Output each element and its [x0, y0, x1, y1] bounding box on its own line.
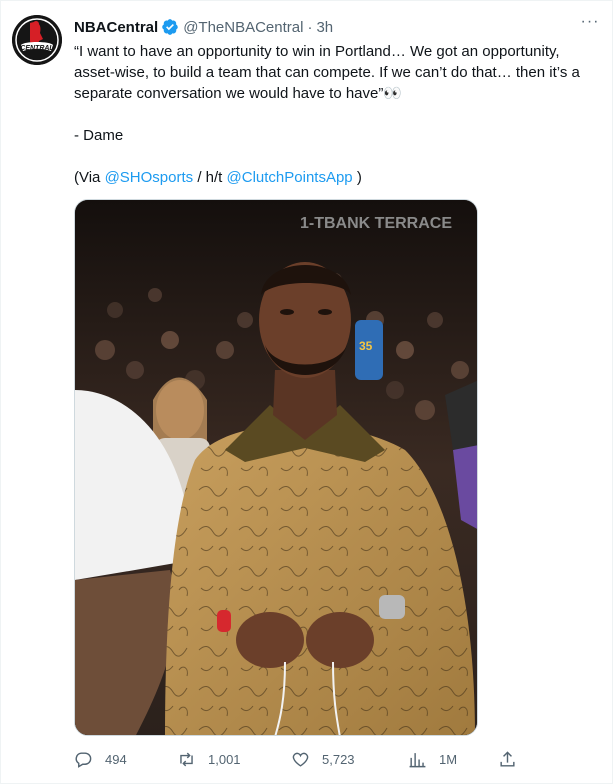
tweet-quote: “I want to have an opportunity to win in…: [74, 43, 580, 102]
retweet-button[interactable]: 1,001: [177, 747, 241, 771]
mention-shosports[interactable]: @SHOsports: [105, 169, 194, 186]
share-button[interactable]: [498, 747, 529, 771]
separator-dot: ·: [307, 18, 313, 36]
nbacentral-logo-icon: CENTRAL: [12, 15, 62, 65]
jersey-number-text: 35: [359, 339, 373, 353]
retweet-icon: [180, 752, 193, 766]
ht-text: / h/t: [193, 169, 227, 186]
close-paren-text: ): [352, 169, 362, 186]
like-button[interactable]: 5,723: [291, 747, 355, 771]
reply-count: 494: [105, 751, 127, 767]
timestamp[interactable]: 3h: [316, 19, 333, 36]
action-bar: 494 1,001 5,723 1M: [74, 747, 524, 771]
verified-badge-icon[interactable]: [161, 18, 179, 36]
avatar[interactable]: CENTRAL: [12, 15, 62, 65]
more-icon[interactable]: ···: [580, 14, 600, 35]
share-icon: [500, 750, 515, 767]
tweet-credit-line: (Via @SHOsports / h/t @ClutchPointsApp ): [74, 167, 604, 188]
like-count: 5,723: [322, 751, 355, 767]
reply-icon: [75, 751, 92, 768]
tweet-signoff: - Dame: [74, 127, 124, 144]
handle[interactable]: @TheNBACentral: [183, 19, 303, 36]
views-button[interactable]: 1M: [408, 747, 457, 771]
tweet-card[interactable]: CENTRAL NBACentral @TheNBACentral · 3h ·…: [0, 0, 613, 784]
courtside-photo-image: 1-TBANK TERRACE 35: [75, 200, 477, 735]
views-count: 1M: [439, 751, 458, 767]
arena-sign-text: 1-TBANK TERRACE: [300, 215, 452, 232]
views-icon: [409, 752, 426, 767]
via-text: (Via: [74, 169, 105, 186]
tweet-photo[interactable]: 1-TBANK TERRACE 35: [74, 199, 478, 736]
display-name[interactable]: NBACentral: [74, 19, 158, 36]
avatar-logo-text: CENTRAL: [20, 45, 53, 52]
retweet-count: 1,001: [208, 751, 241, 767]
mention-clutchpointsapp[interactable]: @ClutchPointsApp: [227, 169, 353, 186]
tweet-text: “I want to have an opportunity to win in…: [74, 41, 604, 188]
like-icon: [292, 752, 309, 767]
reply-button[interactable]: 494: [74, 747, 127, 771]
tweet-header: NBACentral @TheNBACentral · 3h: [74, 17, 582, 37]
